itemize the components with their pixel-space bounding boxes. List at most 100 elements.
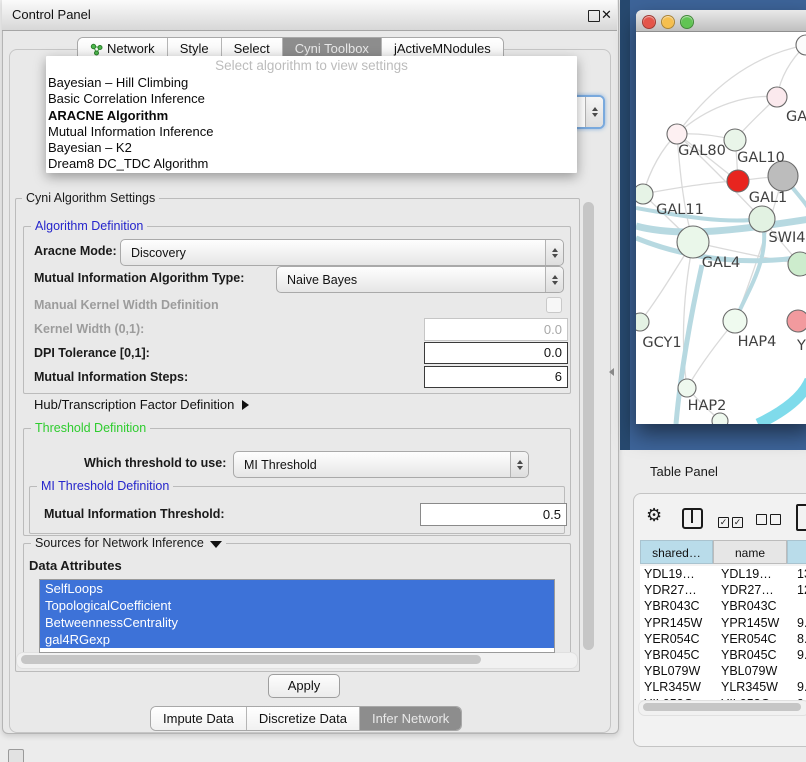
table-row[interactable]: YBR045CYBR045C9. xyxy=(640,647,806,663)
aracne-mode-value: Discovery xyxy=(121,246,545,260)
apply-button[interactable]: Apply xyxy=(268,674,340,698)
tab-discretize-data[interactable]: Discretize Data xyxy=(247,707,360,730)
algorithm-option[interactable]: Bayesian – K2 xyxy=(48,140,575,156)
algorithm-option[interactable]: Basic Correlation Inference xyxy=(48,91,575,107)
table-cell[interactable]: YDR27… xyxy=(717,582,795,598)
table-cell[interactable]: YBL079W xyxy=(640,663,717,679)
sources-title-row[interactable]: Sources for Network Inference xyxy=(31,536,226,550)
which-threshold-select[interactable]: MI Threshold xyxy=(233,451,529,478)
stepper-icon xyxy=(510,452,528,477)
table-cell[interactable]: YDL19… xyxy=(717,566,795,582)
screenshot-root: Control Panel ✕ Network Style Select Cyn… xyxy=(0,0,806,762)
collapsed-arrow-icon xyxy=(242,400,249,410)
table-row[interactable]: YLR345WYLR345W9. xyxy=(640,679,806,695)
sources-title: Sources for Network Inference xyxy=(35,536,204,550)
control-panel-titlebar[interactable] xyxy=(2,0,617,31)
gear-icon[interactable]: ⚙ xyxy=(646,505,662,525)
column-header-name[interactable]: name xyxy=(713,540,787,564)
column-header-partial[interactable] xyxy=(787,540,806,564)
table-row[interactable]: YDR27…YDR27…12 xyxy=(640,582,806,598)
mi-algorithm-type-label: Mutual Information Algorithm Type: xyxy=(34,266,244,291)
close-icon[interactable]: ✕ xyxy=(601,6,612,24)
table-cell[interactable]: YDL19… xyxy=(640,566,717,582)
data-attribute-item[interactable]: TopologicalCoefficient xyxy=(40,597,554,614)
minimized-panel-icon[interactable] xyxy=(8,749,24,762)
table-cell[interactable] xyxy=(795,598,806,614)
cyni-algorithm-settings-title: Cyni Algorithm Settings xyxy=(22,191,159,205)
float-window-icon[interactable] xyxy=(588,10,600,22)
desktop-edge-strip xyxy=(620,0,630,450)
algorithm-definition-title: Algorithm Definition xyxy=(31,219,147,233)
select-all-checkboxes-icon[interactable]: ✓✓ xyxy=(718,512,746,530)
table-row[interactable]: YPR145WYPR145W9. xyxy=(640,615,806,631)
table-cell[interactable]: YER054C xyxy=(717,631,795,647)
mi-steps-label: Mutual Information Steps: xyxy=(34,366,188,388)
mi-threshold-label: Mutual Information Threshold: xyxy=(44,503,225,526)
table-cell[interactable]: YPR145W xyxy=(717,615,795,631)
network-view-window[interactable] xyxy=(636,10,806,424)
algorithm-option[interactable]: Dream8 DC_TDC Algorithm xyxy=(48,156,575,172)
settings-horizontal-scrollbar[interactable] xyxy=(21,655,481,664)
column-header-shared-name[interactable]: shared… xyxy=(640,540,713,564)
data-attribute-item[interactable]: BetweennessCentrality xyxy=(40,614,554,631)
tab-impute-data-label: Impute Data xyxy=(163,707,234,730)
combo-stepper-icon xyxy=(585,97,603,127)
dpi-tolerance-field[interactable]: 0.0 xyxy=(424,342,568,364)
mi-algorithm-type-value: Naive Bayes xyxy=(277,273,545,287)
window-close-icon[interactable] xyxy=(642,15,656,29)
table-cell[interactable]: YDR27… xyxy=(640,582,717,598)
algorithm-dropdown-placeholder: Select algorithm to view settings xyxy=(46,58,577,73)
data-attribute-item[interactable]: SelfLoops xyxy=(40,580,554,597)
mi-threshold-field[interactable]: 0.5 xyxy=(420,503,567,526)
table-cell[interactable]: YBL079W xyxy=(717,663,795,679)
mi-steps-field[interactable]: 6 xyxy=(424,366,568,388)
aracne-mode-select[interactable]: Discovery xyxy=(120,239,564,266)
panel-collapse-arrow[interactable] xyxy=(609,368,614,376)
cyni-bottom-tabs: Impute Data Discretize Data Infer Networ… xyxy=(150,706,462,731)
aracne-mode-label: Aracne Mode: xyxy=(34,239,117,264)
table-cell[interactable]: YBR045C xyxy=(717,647,795,663)
table-cell[interactable] xyxy=(795,663,806,679)
table-row[interactable]: YDL19…YDL19…13 xyxy=(640,566,806,582)
algorithm-option[interactable]: Bayesian – Hill Climbing xyxy=(48,75,575,91)
hub-definition-toggle[interactable]: Hub/Transcription Factor Definition xyxy=(34,397,249,412)
checked-box-icon: ✓ xyxy=(718,517,729,528)
network-icon xyxy=(90,43,103,56)
table-panel-title: Table Panel xyxy=(650,464,718,479)
threshold-definition-title: Threshold Definition xyxy=(31,421,150,435)
tab-impute-data[interactable]: Impute Data xyxy=(151,707,247,730)
kernel-width-field[interactable]: 0.0 xyxy=(424,318,568,341)
table-row[interactable]: YER054CYER054C8. xyxy=(640,631,806,647)
window-zoom-icon[interactable] xyxy=(680,15,694,29)
data-attribute-item[interactable]: gal4RGexp xyxy=(40,631,554,648)
table-cell[interactable]: YLR345W xyxy=(717,679,795,695)
column-layout-icon[interactable] xyxy=(682,508,703,529)
manual-kernel-width-checkbox[interactable] xyxy=(546,297,562,313)
algorithm-option[interactable]: ARACNE Algorithm xyxy=(48,108,575,124)
mi-algorithm-type-select[interactable]: Naive Bayes xyxy=(276,266,564,293)
table-cell[interactable]: 8. xyxy=(795,631,806,647)
table-cell[interactable]: YLR345W xyxy=(640,679,717,695)
algorithm-option[interactable]: Mutual Information Inference xyxy=(48,124,575,140)
export-table-icon[interactable] xyxy=(796,504,806,531)
table-cell[interactable]: YBR045C xyxy=(640,647,717,663)
tab-discretize-data-label: Discretize Data xyxy=(259,707,347,730)
settings-vertical-scrollbar[interactable] xyxy=(583,202,594,650)
tab-infer-network[interactable]: Infer Network xyxy=(360,707,461,730)
deselect-all-checkboxes-icon[interactable] xyxy=(756,512,784,530)
table-cell[interactable]: 9. xyxy=(795,647,806,663)
table-cell[interactable]: 13 xyxy=(795,566,806,582)
window-minimize-icon[interactable] xyxy=(661,15,675,29)
table-row[interactable]: YBL079WYBL079W xyxy=(640,663,806,679)
table-cell[interactable]: YBR043C xyxy=(640,598,717,614)
algorithm-option-list: Bayesian – Hill ClimbingBasic Correlatio… xyxy=(48,75,575,173)
control-panel-title: Control Panel xyxy=(12,0,91,30)
table-horizontal-scrollbar[interactable] xyxy=(643,703,801,711)
table-row[interactable]: YBR043CYBR043C xyxy=(640,598,806,614)
table-cell[interactable]: 9. xyxy=(795,615,806,631)
table-cell[interactable]: 9. xyxy=(795,679,806,695)
table-cell[interactable]: YBR043C xyxy=(717,598,795,614)
table-cell[interactable]: YPR145W xyxy=(640,615,717,631)
table-cell[interactable]: YER054C xyxy=(640,631,717,647)
table-cell[interactable]: 12 xyxy=(795,582,806,598)
